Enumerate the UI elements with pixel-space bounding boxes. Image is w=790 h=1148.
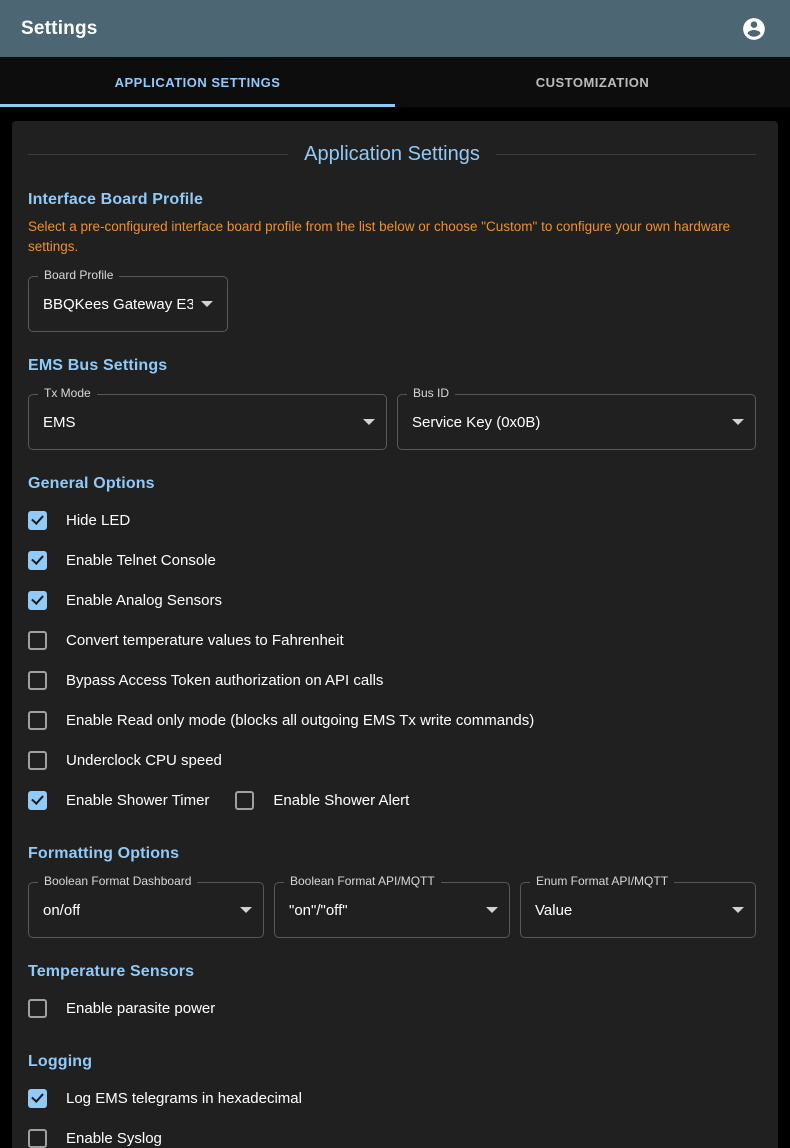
boolean-format-api-select[interactable]: Boolean Format API/MQTT "on"/"off": [274, 882, 510, 938]
checkbox-icon: [235, 791, 254, 810]
tab-application-settings[interactable]: APPLICATION SETTINGS: [0, 57, 395, 107]
card-heading-text: Application Settings: [288, 143, 496, 166]
card-heading: Application Settings: [28, 143, 756, 166]
tx-mode-label: Tx Mode: [38, 386, 97, 400]
boolean-format-dashboard-value: on/off: [43, 902, 80, 919]
checkbox-enable-analog-sensors[interactable]: Enable Analog Sensors: [28, 591, 222, 610]
tab-customization[interactable]: CUSTOMIZATION: [395, 57, 790, 107]
checkbox-icon: [28, 791, 47, 810]
dropdown-arrow-icon: [732, 419, 744, 425]
boolean-format-dashboard-label: Boolean Format Dashboard: [38, 874, 197, 888]
checkbox-log-hexadecimal[interactable]: Log EMS telegrams in hexadecimal: [28, 1089, 302, 1108]
dropdown-arrow-icon: [486, 907, 498, 913]
checkbox-hide-led[interactable]: Hide LED: [28, 511, 130, 530]
dropdown-arrow-icon: [363, 419, 375, 425]
boolean-format-api-label: Boolean Format API/MQTT: [284, 874, 441, 888]
checkbox-convert-fahrenheit[interactable]: Convert temperature values to Fahrenheit: [28, 631, 344, 650]
checkbox-read-only-mode[interactable]: Enable Read only mode (blocks all outgoi…: [28, 711, 534, 730]
account-button[interactable]: [734, 9, 774, 49]
enum-format-api-select[interactable]: Enum Format API/MQTT Value: [520, 882, 756, 938]
enum-format-api-value: Value: [535, 902, 572, 919]
tx-mode-value: EMS: [43, 414, 76, 431]
divider-line: [28, 154, 288, 155]
checkbox-underclock-cpu[interactable]: Underclock CPU speed: [28, 751, 222, 770]
section-formatting-options-title: Formatting Options: [28, 845, 756, 863]
checkbox-parasite-power[interactable]: Enable parasite power: [28, 999, 215, 1018]
section-interface-board-title: Interface Board Profile: [28, 191, 756, 209]
app-bar-title: Settings: [21, 18, 98, 40]
board-profile-select[interactable]: Board Profile BBQKees Gateway E32: [28, 276, 228, 332]
bus-id-value: Service Key (0x0B): [412, 414, 540, 431]
checkbox-icon: [28, 511, 47, 530]
dropdown-arrow-icon: [240, 907, 252, 913]
checkbox-bypass-access-token[interactable]: Bypass Access Token authorization on API…: [28, 671, 383, 690]
interface-board-description: Select a pre-configured interface board …: [28, 217, 756, 257]
checkbox-enable-syslog[interactable]: Enable Syslog: [28, 1129, 162, 1148]
settings-card: Application Settings Interface Board Pro…: [12, 121, 778, 1148]
boolean-format-dashboard-select[interactable]: Boolean Format Dashboard on/off: [28, 882, 264, 938]
tx-mode-select[interactable]: Tx Mode EMS: [28, 394, 387, 450]
checkbox-icon: [28, 1129, 47, 1148]
tab-bar: APPLICATION SETTINGS CUSTOMIZATION: [0, 57, 790, 107]
section-general-options-title: General Options: [28, 475, 756, 493]
enum-format-api-label: Enum Format API/MQTT: [530, 874, 674, 888]
checkbox-icon: [28, 551, 47, 570]
checkbox-icon: [28, 631, 47, 650]
checkbox-icon: [28, 671, 47, 690]
bus-id-select[interactable]: Bus ID Service Key (0x0B): [397, 394, 756, 450]
checkbox-shower-timer[interactable]: Enable Shower Timer: [28, 791, 209, 810]
checkbox-shower-alert[interactable]: Enable Shower Alert: [235, 791, 409, 810]
app-bar: Settings: [0, 0, 790, 57]
dropdown-arrow-icon: [732, 907, 744, 913]
checkbox-icon: [28, 999, 47, 1018]
section-temperature-sensors-title: Temperature Sensors: [28, 963, 756, 981]
checkbox-icon: [28, 591, 47, 610]
section-logging-title: Logging: [28, 1053, 756, 1071]
boolean-format-api-value: "on"/"off": [289, 902, 348, 919]
checkbox-icon: [28, 711, 47, 730]
board-profile-label: Board Profile: [38, 268, 119, 282]
checkbox-enable-telnet-console[interactable]: Enable Telnet Console: [28, 551, 216, 570]
dropdown-arrow-icon: [201, 301, 213, 307]
board-profile-value: BBQKees Gateway E32: [43, 296, 193, 313]
section-ems-bus-title: EMS Bus Settings: [28, 357, 756, 375]
bus-id-label: Bus ID: [407, 386, 455, 400]
account-circle-icon: [741, 16, 767, 42]
checkbox-icon: [28, 751, 47, 770]
checkbox-icon: [28, 1089, 47, 1108]
divider-line: [496, 154, 756, 155]
